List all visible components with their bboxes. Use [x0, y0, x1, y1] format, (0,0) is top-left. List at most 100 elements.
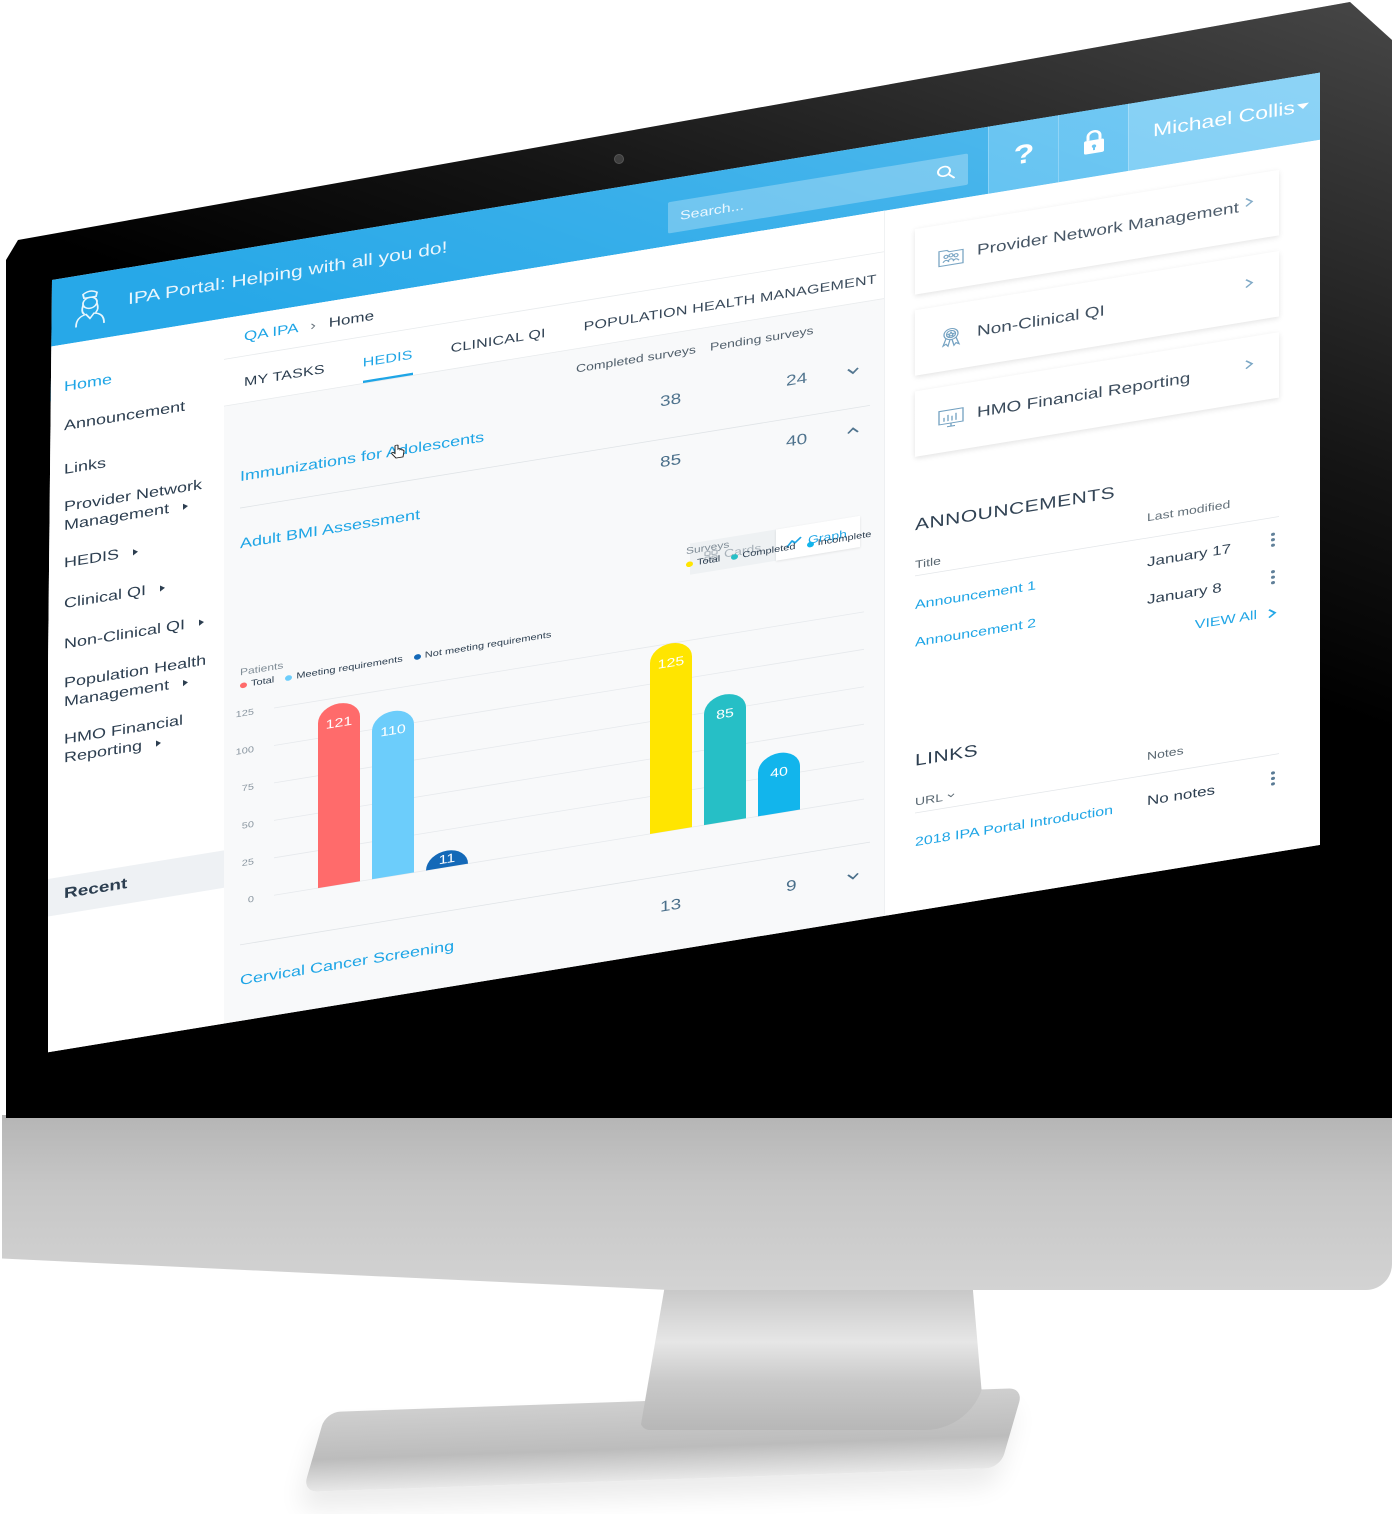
column-header-url-label: URL	[915, 790, 944, 808]
monitor: IPA Portal: Helping with all you do! ?	[0, 0, 1396, 1300]
sidebar-item-label: Links	[64, 454, 107, 478]
sort-down-icon	[947, 793, 955, 798]
pending-count: 9	[786, 877, 797, 896]
svg-text:?: ?	[1014, 138, 1035, 170]
recent-label: Recent	[64, 875, 128, 903]
chevron-right-icon	[1245, 279, 1254, 288]
search-icon[interactable]	[936, 163, 956, 182]
pending-count: 40	[786, 430, 808, 451]
y-tick-label: 125	[236, 707, 255, 720]
chevron-right-icon	[1245, 360, 1254, 370]
award-ribbon-icon	[941, 327, 961, 348]
column-header-title: Title	[915, 554, 941, 571]
tab-clinical-qi[interactable]: CLINICAL QI	[451, 317, 546, 368]
lock-icon	[1084, 130, 1104, 155]
y-tick-label: 100	[236, 745, 255, 758]
webcam-icon	[614, 154, 624, 164]
gridline	[274, 611, 864, 709]
divider	[915, 753, 1279, 814]
card-label: Non-Clinical QI	[977, 302, 1105, 340]
card-label: Provider Network Management	[977, 199, 1239, 259]
sidebar-item-non-clinical-qi[interactable]: Non-Clinical QI	[64, 610, 214, 653]
bar-value-label: 40	[770, 765, 788, 782]
chevron-right-icon	[1245, 197, 1254, 207]
column-header-url[interactable]: URL	[915, 789, 955, 808]
sidebar-item-label: Announcement	[64, 398, 186, 434]
announcement-link[interactable]: Announcement 2	[915, 617, 1036, 651]
sidebar-item-clinical-qi[interactable]: Clinical QI	[64, 570, 214, 613]
y-tick-label: 0	[248, 895, 255, 906]
view-all-label: VIEW All	[1194, 608, 1257, 633]
announcement-date: January 8	[1147, 580, 1222, 608]
link-url[interactable]: 2018 IPA Portal Introduction	[915, 804, 1113, 850]
pending-count: 24	[786, 369, 808, 390]
sidebar-item-provider-network-management[interactable]: Provider Network Management	[64, 473, 214, 535]
caret-down-icon	[1297, 102, 1309, 110]
people-folder-icon	[938, 248, 964, 268]
bar-surveys-incomplete[interactable]	[758, 750, 800, 817]
legend-dot	[806, 540, 814, 548]
help-button[interactable]: ?	[988, 115, 1059, 194]
sidebar-item-label: HMO Financial Reporting	[64, 711, 184, 766]
more-options-icon[interactable]	[1271, 569, 1275, 585]
y-tick-label: 75	[242, 782, 255, 794]
lock-button[interactable]	[1058, 103, 1129, 183]
measure-title[interactable]: Adult BMI Assessment	[240, 506, 420, 552]
recent-section[interactable]: Recent	[48, 850, 224, 917]
measure-title[interactable]: Immunizations for Adolescents	[240, 429, 484, 485]
legend-dot	[731, 553, 739, 560]
more-options-icon[interactable]	[1271, 532, 1275, 548]
completed-count: 13	[660, 895, 682, 916]
chevron-down-icon[interactable]	[846, 870, 860, 883]
breadcrumb-separator: ›	[310, 317, 316, 334]
right-panel: Provider Network Management Non-Clinical…	[884, 138, 1320, 916]
sidebar-item-links[interactable]: Links	[64, 435, 214, 478]
measure-title[interactable]: Cervical Cancer Screening	[240, 938, 454, 989]
breadcrumb-current: Home	[328, 307, 375, 331]
announcements-title: ANNOUNCEMENTS	[915, 483, 1116, 535]
breadcrumb: QA IPA › Home	[244, 308, 374, 345]
sidebar-item-population-health-management[interactable]: Population Health Management	[64, 649, 214, 711]
view-all-button[interactable]: VIEW All	[1195, 605, 1277, 632]
caret-right-icon	[156, 739, 162, 747]
sidebar-item-label: Home	[64, 370, 113, 395]
legend-dot	[686, 560, 693, 568]
links-title: LINKS	[915, 741, 979, 770]
y-tick-label: 50	[242, 820, 255, 832]
card-label: HMO Financial Reporting	[977, 369, 1191, 422]
caret-right-icon	[133, 548, 139, 556]
column-header-pending: Pending surveys	[710, 323, 814, 354]
user-name: Michael Collis	[1153, 97, 1295, 141]
completed-count: 85	[660, 451, 682, 472]
main-content: QA IPA › Home MY TASKS HEDIS CLINICAL QI…	[224, 210, 884, 1024]
bar-value-label: 85	[716, 706, 734, 723]
question-icon: ?	[1014, 138, 1035, 170]
tab-hedis[interactable]: HEDIS	[363, 339, 413, 383]
bar-value-label: 11	[439, 851, 456, 868]
sidebar-item-home[interactable]: Home	[64, 353, 214, 396]
chevron-up-icon[interactable]	[846, 424, 860, 437]
chevron-down-icon[interactable]	[846, 364, 860, 377]
monitor-chart-icon	[938, 407, 964, 428]
sidebar-item-announcement[interactable]: Announcement	[64, 392, 214, 435]
caret-right-icon	[199, 619, 205, 627]
hand-cursor-icon	[391, 444, 405, 459]
sidebar-item-hedis[interactable]: HEDIS	[64, 529, 214, 572]
gridline	[274, 648, 864, 746]
column-header-notes: Notes	[1147, 743, 1184, 763]
nurse-avatar-icon	[75, 290, 105, 328]
chevron-right-icon	[1268, 609, 1277, 619]
tab-my-tasks[interactable]: MY TASKS	[244, 353, 325, 402]
legend-surveys: Surveys Total Completed Incomplete	[686, 514, 879, 569]
announcement-link[interactable]: Announcement 1	[915, 579, 1036, 613]
link-notes: No notes	[1147, 782, 1216, 809]
sidebar-item-label: Clinical QI	[64, 582, 147, 612]
caret-right-icon	[183, 679, 189, 687]
sidebar-item-label: Provider Network Management	[64, 476, 203, 534]
caret-right-icon	[160, 584, 166, 592]
more-options-icon[interactable]	[1271, 771, 1275, 786]
breadcrumb-parent[interactable]: QA IPA	[244, 320, 298, 344]
y-tick-label: 25	[242, 857, 255, 869]
sidebar-item-hmo-financial-reporting[interactable]: HMO Financial Reporting	[64, 705, 214, 767]
announcement-date: January 17	[1147, 541, 1232, 570]
